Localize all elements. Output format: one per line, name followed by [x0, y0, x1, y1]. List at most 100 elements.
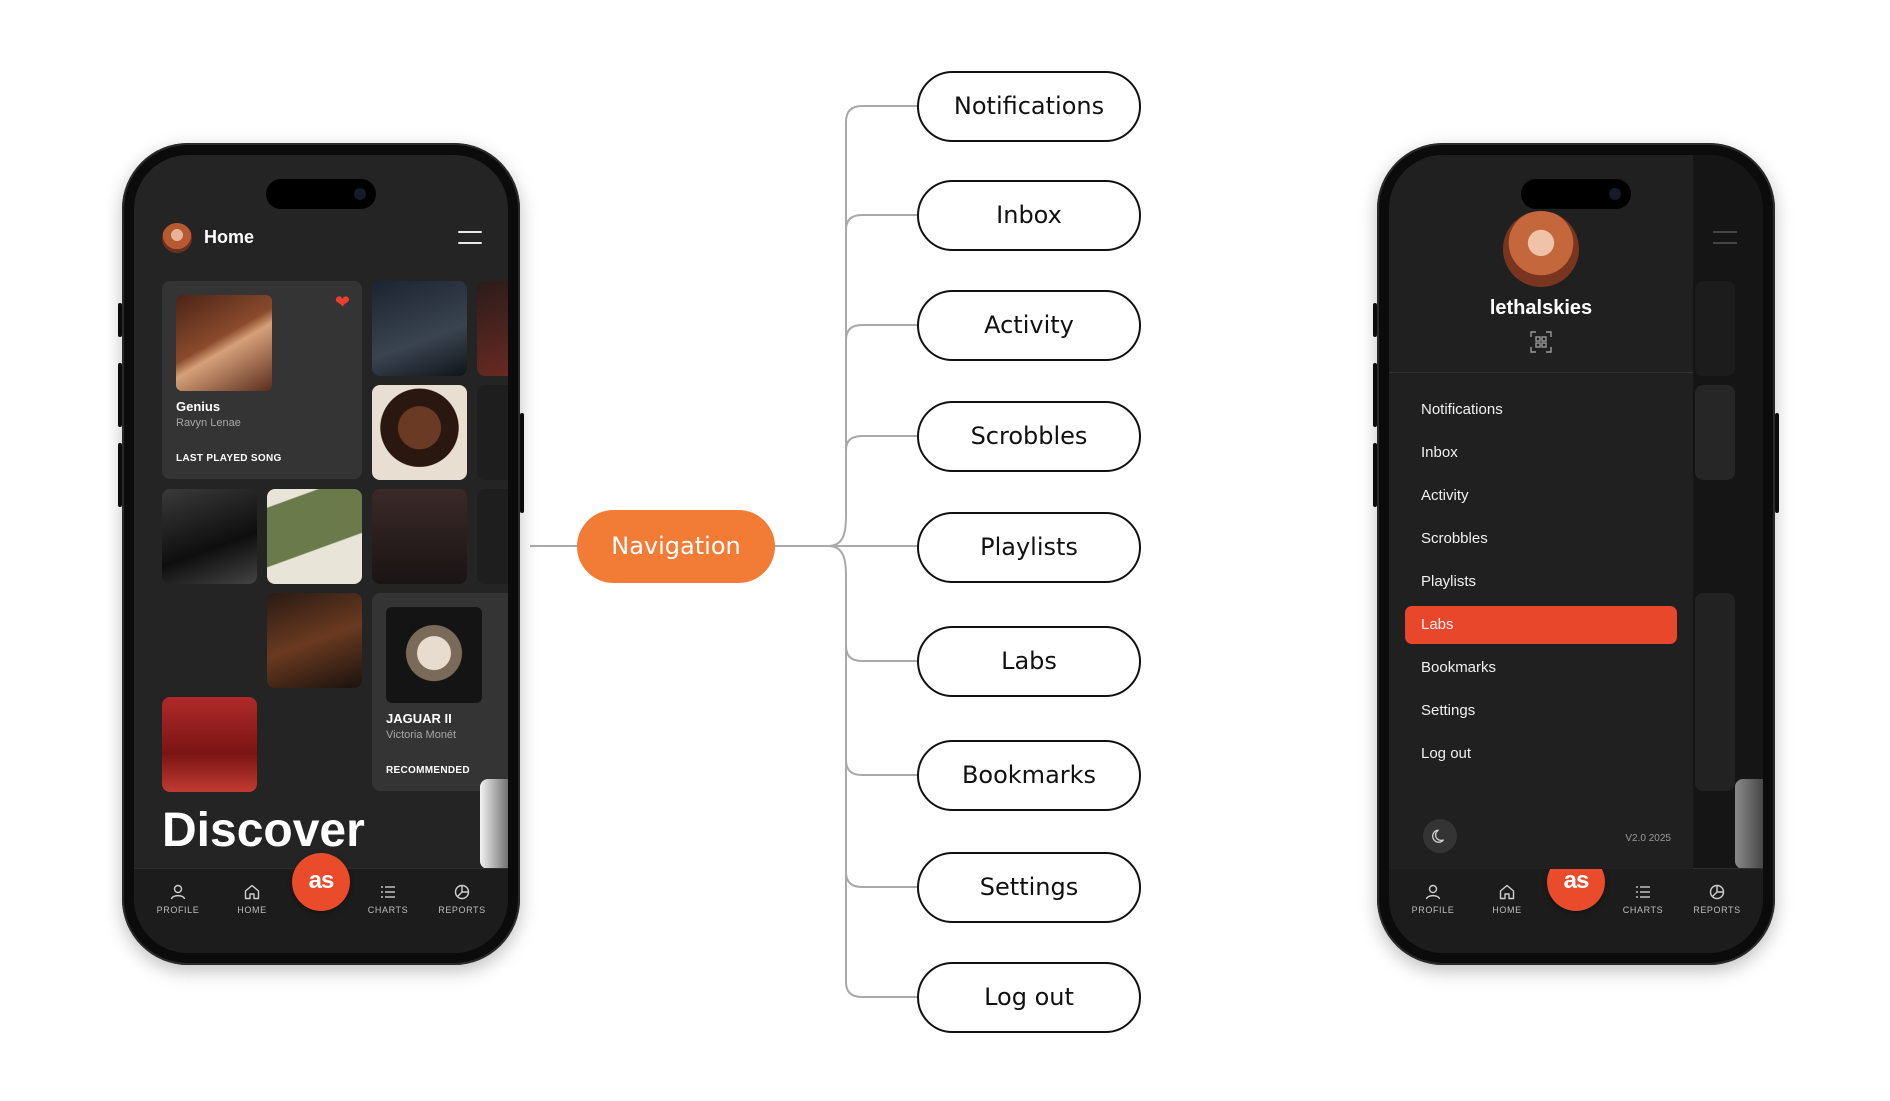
leaf-notifications: Notifications — [917, 71, 1141, 142]
connector-inbox — [845, 214, 917, 231]
menu-item-notifications[interactable]: Notifications — [1405, 391, 1677, 429]
nav-home[interactable]: HOME — [1477, 883, 1537, 915]
page-title: Home — [204, 227, 255, 247]
list-icon — [1636, 886, 1650, 898]
connector-labs — [827, 545, 917, 662]
menu-item-playlists[interactable]: Playlists — [1405, 563, 1677, 601]
hamburger-icon — [1713, 231, 1737, 245]
nav-charts-label: CHARTS — [1622, 905, 1664, 915]
album-title: JAGUAR II — [386, 711, 452, 726]
nav-charts[interactable]: CHARTS — [1613, 883, 1673, 915]
volume-up-button — [1373, 363, 1377, 427]
phone-menu-screen: lethalskies Notifications Inbox Activity… — [1373, 143, 1779, 965]
nav-profile[interactable]: PROFILE — [1403, 883, 1463, 915]
bottom-nav: PROFILE HOME as CHARTS REPORTS — [134, 853, 508, 953]
album-tile — [1695, 281, 1735, 376]
album-artist: Victoria Monét — [386, 729, 457, 741]
album-tile[interactable] — [372, 385, 467, 480]
connector-bookmarks — [845, 646, 917, 776]
leaf-inbox: Inbox — [917, 180, 1141, 251]
user-icon — [170, 884, 186, 900]
pie-chart-icon — [454, 884, 470, 900]
leaf-activity: Activity — [917, 290, 1141, 361]
nav-reports[interactable]: REPORTS — [1687, 883, 1747, 915]
menu-item-labs[interactable]: Labs — [1405, 606, 1677, 644]
user-icon — [1425, 884, 1441, 900]
nav-reports[interactable]: REPORTS — [432, 883, 492, 915]
hamburger-icon[interactable] — [458, 231, 482, 245]
nav-profile-label: PROFILE — [1411, 905, 1455, 915]
menu-item-settings[interactable]: Settings — [1405, 692, 1677, 730]
volume-up-button — [118, 363, 122, 427]
phone-home-screen: Home ❤ Genius Ravyn Lenae LAST PLAYED SO… — [118, 143, 524, 965]
username: lethalskies — [1489, 297, 1593, 319]
recommended-card[interactable]: JAGUAR II Victoria Monét RECOMMENDED — [372, 593, 508, 791]
album-tile[interactable] — [480, 779, 508, 869]
avatar[interactable] — [162, 223, 192, 253]
dynamic-island — [266, 179, 376, 209]
divider — [1389, 372, 1693, 373]
volume-down-button — [1373, 443, 1377, 507]
volume-down-button — [118, 443, 122, 507]
navigation-drawer: lethalskies Notifications Inbox Activity… — [1389, 155, 1693, 869]
recommended-label: RECOMMENDED — [386, 765, 470, 776]
song-artist: Ravyn Lenae — [176, 417, 241, 429]
home-icon — [1499, 884, 1515, 900]
dark-mode-toggle[interactable] — [1423, 819, 1457, 853]
heart-icon[interactable]: ❤ — [335, 293, 350, 311]
last-played-label: LAST PLAYED SONG — [176, 453, 282, 464]
nav-charts[interactable]: CHARTS — [358, 883, 418, 915]
album-tile[interactable] — [267, 593, 362, 688]
nav-charts-label: CHARTS — [367, 905, 409, 915]
avatar[interactable] — [1503, 211, 1579, 287]
album-tile[interactable] — [477, 489, 508, 584]
leaf-bookmarks: Bookmarks — [917, 740, 1141, 811]
qr-scan-icon[interactable] — [1530, 331, 1552, 353]
power-button — [520, 413, 524, 513]
nav-home-label: HOME — [1492, 905, 1522, 915]
album-tile — [1735, 779, 1763, 869]
menu-item-logout[interactable]: Log out — [1405, 735, 1677, 773]
leaf-scrobbles: Scrobbles — [917, 401, 1141, 472]
nav-home[interactable]: HOME — [222, 883, 282, 915]
nav-profile-label: PROFILE — [156, 905, 200, 915]
album-tile[interactable] — [372, 281, 467, 376]
connector-scrobbles — [845, 435, 917, 451]
lastfm-logo-button[interactable]: as — [292, 853, 350, 911]
album-tile[interactable] — [372, 489, 467, 584]
nav-profile[interactable]: PROFILE — [148, 883, 208, 915]
album-tile[interactable] — [162, 489, 257, 584]
menu-item-activity[interactable]: Activity — [1405, 477, 1677, 515]
power-button — [1775, 413, 1779, 513]
connector-activity — [845, 324, 917, 341]
pie-chart-icon — [1709, 884, 1725, 900]
last-played-card[interactable]: ❤ Genius Ravyn Lenae LAST PLAYED SONG — [162, 281, 362, 479]
album-tile[interactable] — [477, 385, 508, 480]
album-tile — [1695, 593, 1735, 791]
leaf-playlists: Playlists — [917, 512, 1141, 583]
album-art-genius — [176, 295, 272, 391]
connector-logout — [845, 872, 917, 998]
home-screen: Home ❤ Genius Ravyn Lenae LAST PLAYED SO… — [134, 155, 508, 953]
leaf-logout: Log out — [917, 962, 1141, 1033]
album-tile[interactable] — [162, 697, 257, 792]
album-tile[interactable] — [477, 281, 508, 376]
connector-settings — [845, 760, 917, 888]
navigation-root-node: Navigation — [577, 510, 775, 583]
drawer-menu: Notifications Inbox Activity Scrobbles P… — [1405, 391, 1677, 778]
mute-switch — [1373, 303, 1377, 337]
leaf-settings: Settings — [917, 852, 1141, 923]
leaf-labs: Labs — [917, 626, 1141, 697]
mute-switch — [118, 303, 122, 337]
album-tile[interactable] — [267, 489, 362, 584]
nav-home-label: HOME — [237, 905, 267, 915]
bottom-nav: PROFILE HOME as CHARTS REPORTS — [1389, 853, 1763, 953]
dynamic-island — [1521, 179, 1631, 209]
menu-item-inbox[interactable]: Inbox — [1405, 434, 1677, 472]
app-version: V2.0 2025 — [1625, 833, 1671, 844]
menu-item-bookmarks[interactable]: Bookmarks — [1405, 649, 1677, 687]
nav-reports-label: REPORTS — [1693, 905, 1741, 915]
discover-heading: Discover — [162, 804, 365, 857]
menu-item-scrobbles[interactable]: Scrobbles — [1405, 520, 1677, 558]
moon-icon — [1432, 829, 1445, 843]
